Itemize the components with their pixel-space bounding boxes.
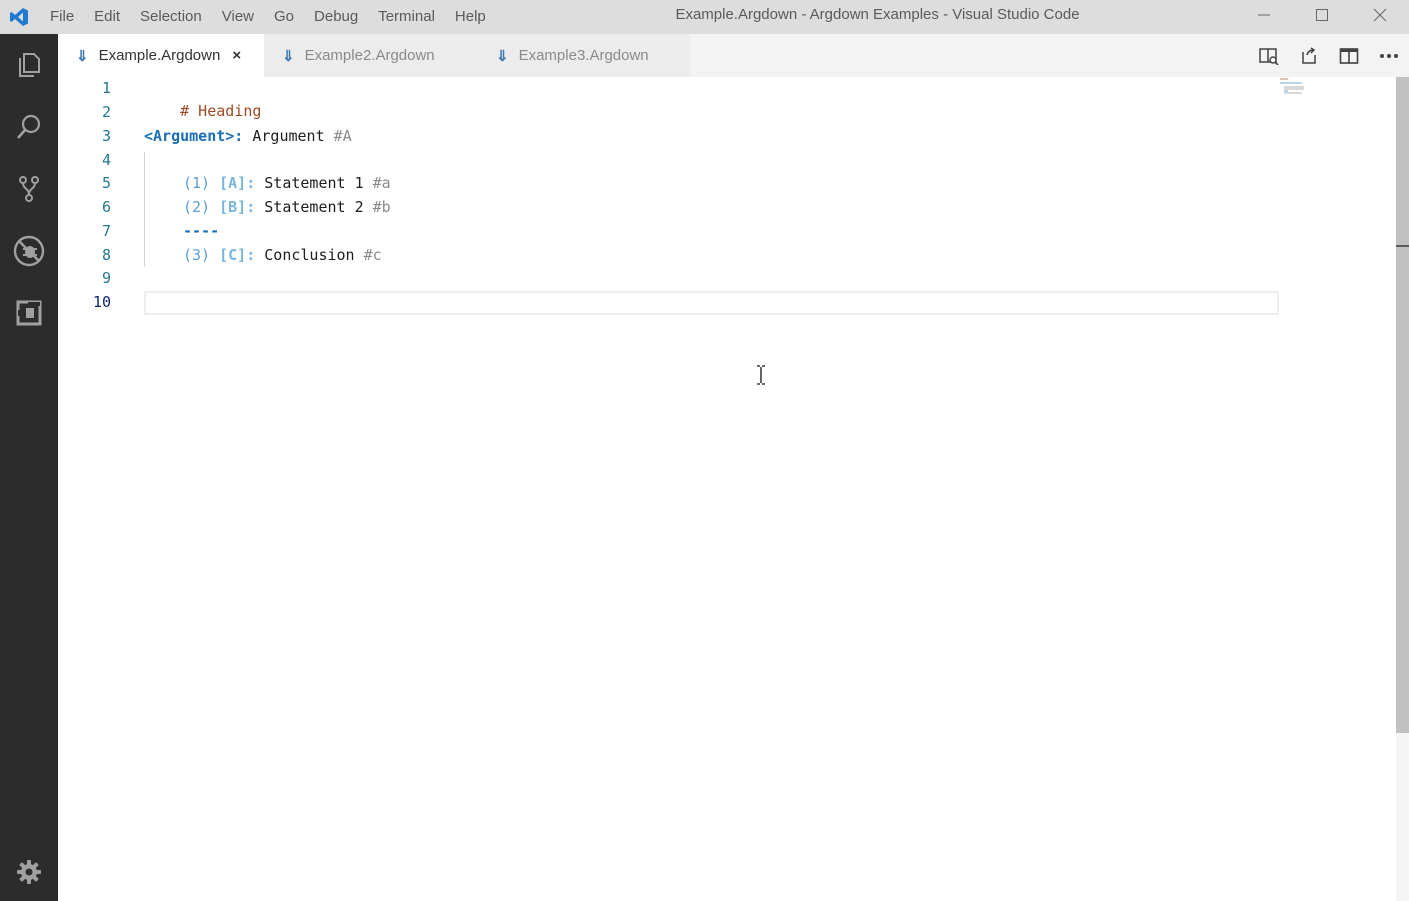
open-file-icon: [1302, 46, 1316, 64]
close-tab-icon[interactable]: ×: [232, 47, 241, 64]
activity-bar: [0, 34, 58, 901]
tag-token: #c: [363, 246, 382, 264]
close-window-button[interactable]: [1351, 0, 1409, 30]
gear-icon: [17, 860, 41, 884]
more-actions-icon: [1380, 53, 1398, 58]
mouse-cursor-icon: [756, 365, 766, 389]
argdown-file-icon: ⇓: [76, 47, 89, 65]
menu-selection[interactable]: Selection: [130, 0, 212, 34]
maximize-button[interactable]: [1293, 0, 1351, 30]
indent-guide: [144, 152, 145, 267]
inference-separator-token: ----: [183, 222, 220, 240]
tab-label: Example.Argdown: [98, 47, 221, 64]
source-control-icon: [19, 176, 39, 202]
tab-example2-argdown[interactable]: ⇓ Example2.Argdown: [264, 34, 478, 77]
search-icon: [17, 114, 41, 139]
menu-debug[interactable]: Debug: [304, 0, 368, 34]
tag-token: #b: [372, 198, 391, 216]
close-icon: [1373, 8, 1387, 22]
statement-ref-token: [C]:: [219, 246, 256, 264]
tab-example-argdown[interactable]: ⇓ Example.Argdown ×: [58, 34, 264, 77]
title-bar: File Edit Selection View Go Debug Termin…: [0, 0, 1409, 34]
activity-explorer[interactable]: [0, 36, 58, 94]
tab-label: Example3.Argdown: [518, 47, 649, 64]
line-number-current: 10: [92, 293, 111, 311]
open-preview-button[interactable]: [1249, 34, 1289, 77]
menu-file[interactable]: File: [40, 0, 84, 34]
code-line-8: (3) [C]: Conclusion #c: [183, 244, 382, 267]
tag-token: #a: [372, 174, 391, 192]
heading-token: # Heading: [180, 102, 262, 120]
text-token: Argument: [243, 127, 334, 145]
menu-view[interactable]: View: [212, 0, 264, 34]
code-line-3: <Argument>: Argument #A: [144, 125, 352, 148]
number-token: (3): [183, 246, 220, 264]
menu-edit[interactable]: Edit: [84, 0, 130, 34]
menu-help[interactable]: Help: [445, 0, 496, 34]
window-controls: [1235, 0, 1409, 30]
line-number: 1: [101, 79, 111, 97]
text-token: Statement 1: [255, 174, 373, 192]
open-preview-icon: [1259, 47, 1279, 65]
menu-bar: File Edit Selection View Go Debug Termin…: [38, 0, 496, 34]
code-line-6: (2) [B]: Statement 2 #b: [183, 196, 391, 219]
menu-go[interactable]: Go: [264, 0, 304, 34]
extensions-icon: [16, 300, 42, 326]
text-token: Conclusion: [255, 246, 364, 264]
text-token: Statement 2: [255, 198, 373, 216]
line-number: 8: [101, 246, 111, 264]
activity-manage[interactable]: [0, 843, 58, 901]
code-line-7: ----: [183, 220, 219, 243]
scrollbar-cursor-marker: [1396, 245, 1409, 247]
activity-debug[interactable]: [0, 222, 58, 280]
argdown-file-icon: ⇓: [282, 47, 295, 65]
activity-source-control[interactable]: [0, 160, 58, 218]
line-number: 7: [101, 222, 111, 240]
line-number: 2: [101, 103, 111, 121]
editor-actions: [1249, 34, 1409, 77]
menu-terminal[interactable]: Terminal: [368, 0, 445, 34]
line-number: 4: [101, 151, 111, 169]
vscode-logo-icon: [0, 0, 38, 34]
open-file-button[interactable]: [1289, 34, 1329, 77]
line-number: 6: [101, 198, 111, 216]
more-actions-button[interactable]: [1369, 34, 1409, 77]
tab-example3-argdown[interactable]: ⇓ Example3.Argdown: [478, 34, 690, 77]
current-line-highlight: [144, 291, 1279, 315]
argdown-file-icon: ⇓: [496, 47, 509, 65]
line-number: 3: [101, 127, 111, 145]
tab-bar: ⇓ Example.Argdown × ⇓ Example2.Argdown ⇓…: [58, 34, 1409, 77]
tag-token: #A: [333, 127, 352, 145]
debug-icon: [13, 235, 45, 267]
line-number: 9: [101, 269, 111, 287]
scrollbar-thumb[interactable]: [1396, 77, 1409, 733]
vertical-scrollbar[interactable]: [1396, 77, 1409, 901]
maximize-icon: [1316, 9, 1328, 21]
argument-title-token: <Argument>:: [144, 127, 244, 145]
code-editor[interactable]: 1 2 3 4 5 6 7 8 9 10 # Heading <Argument…: [58, 77, 1396, 901]
split-editor-icon: [1339, 47, 1359, 64]
activity-search[interactable]: [0, 98, 58, 156]
tab-label: Example2.Argdown: [304, 47, 435, 64]
statement-ref-token: [B]:: [219, 198, 256, 216]
minimize-icon: [1258, 14, 1270, 16]
split-editor-button[interactable]: [1329, 34, 1369, 77]
minimap[interactable]: [1278, 77, 1338, 107]
minimize-button[interactable]: [1235, 0, 1293, 30]
activity-extensions[interactable]: [0, 284, 58, 342]
number-token: (1): [183, 174, 220, 192]
statement-ref-token: [A]:: [219, 174, 256, 192]
code-line-5: (1) [A]: Statement 1 #a: [183, 172, 391, 195]
number-token: (2): [183, 198, 220, 216]
explorer-icon: [19, 53, 40, 77]
line-number: 5: [101, 174, 111, 192]
